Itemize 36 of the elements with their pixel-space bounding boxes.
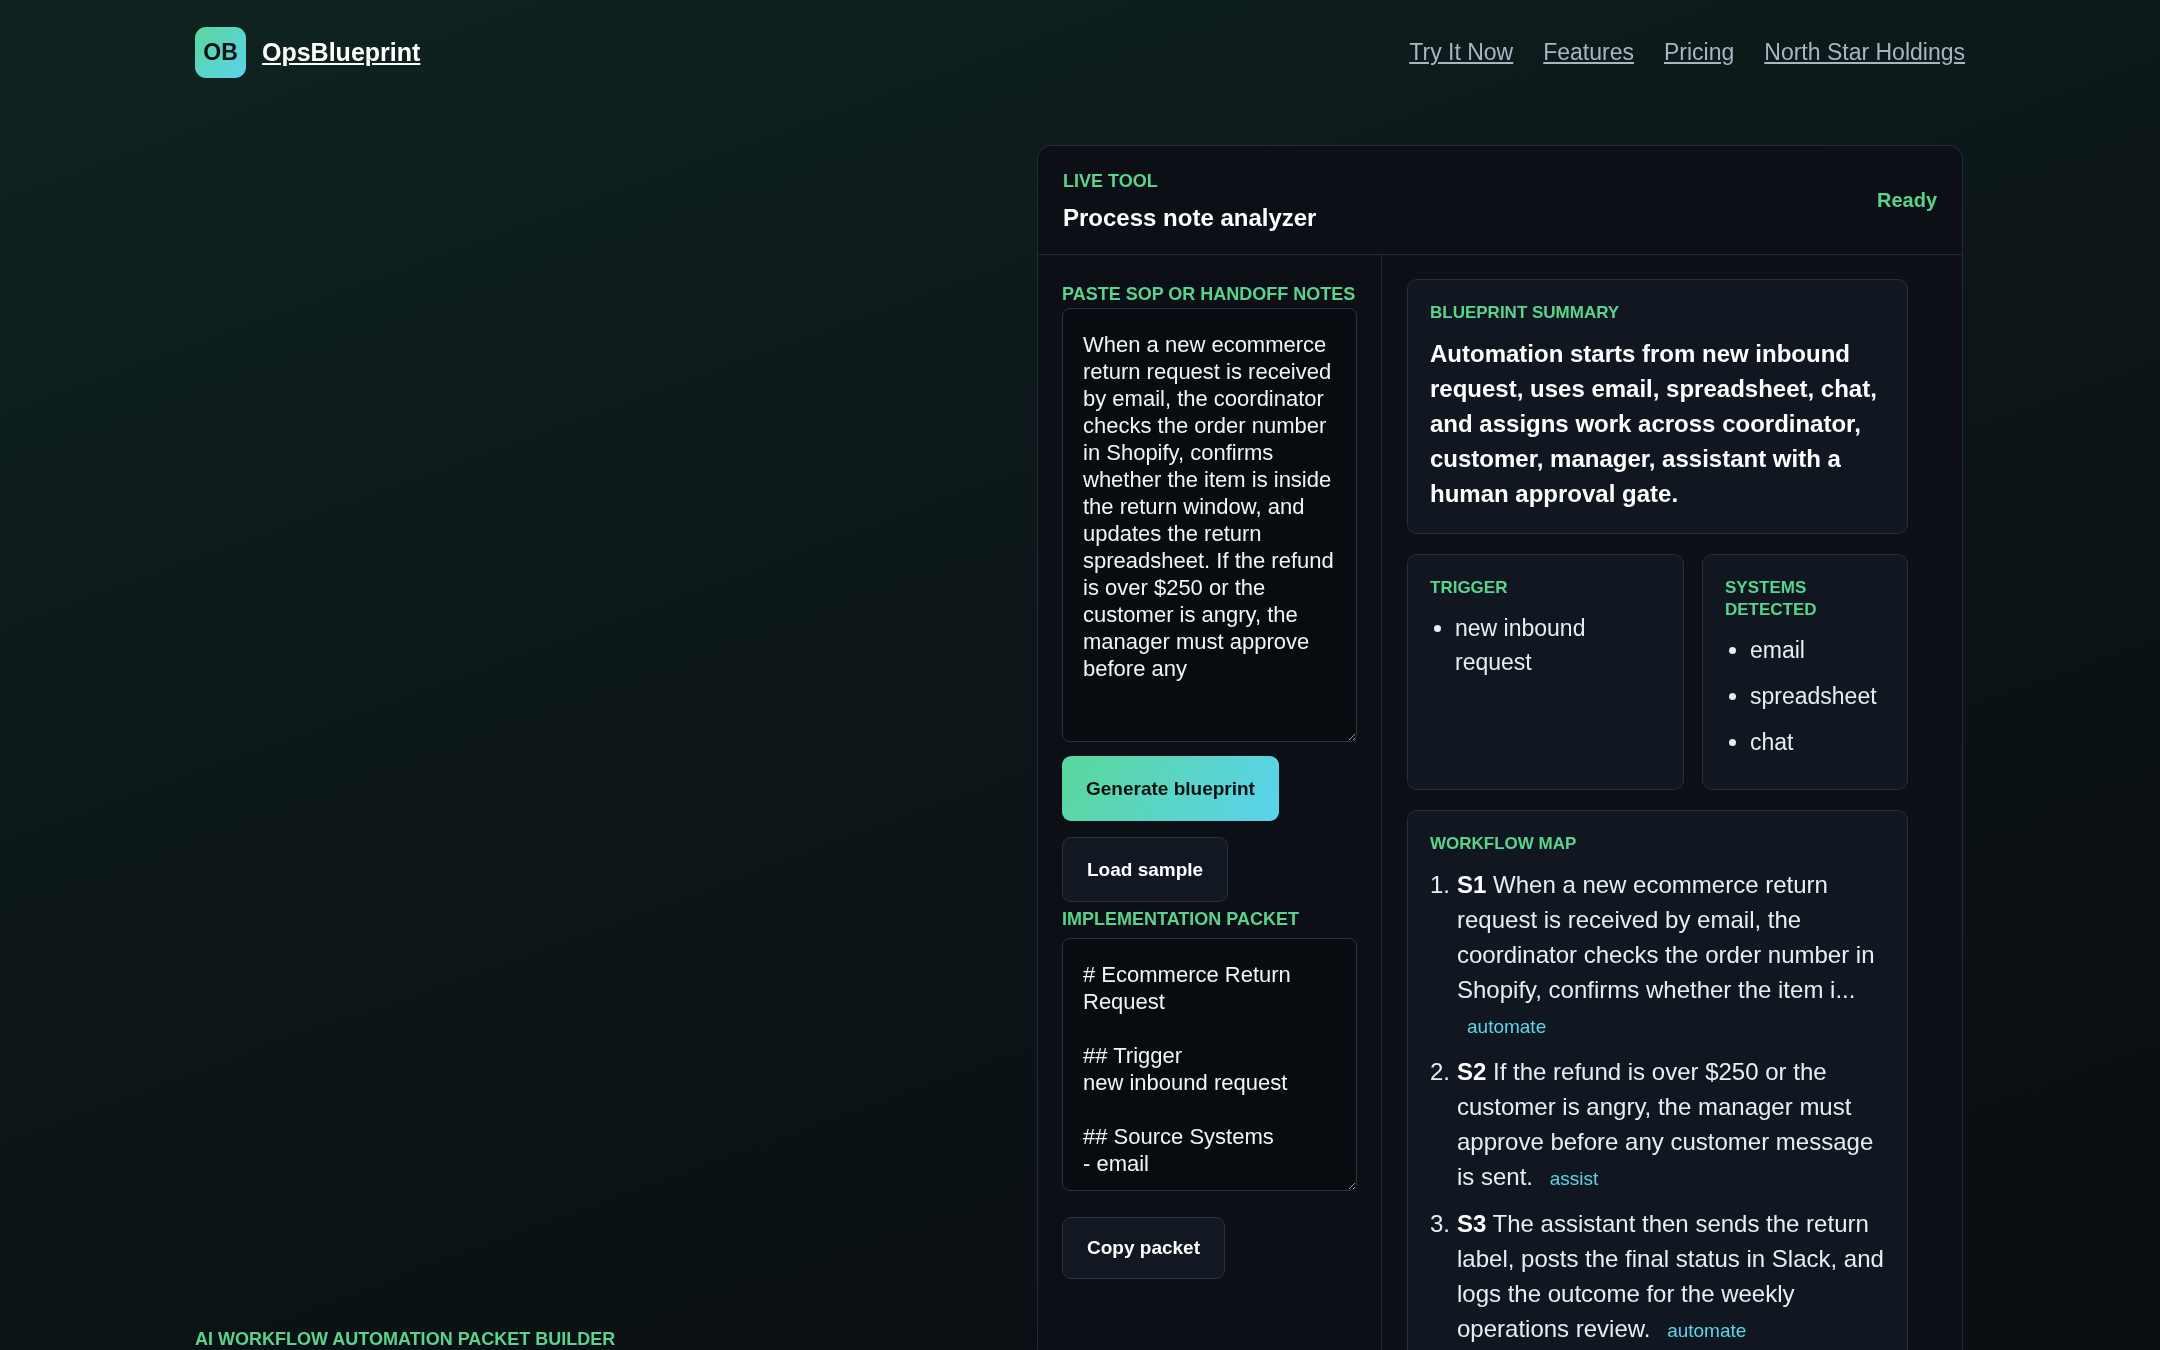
nav-link[interactable]: Try It Now: [1409, 38, 1514, 66]
packet-field[interactable]: # Ecommerce Return Request ## Trigger new inbound request ## Source Systems - email: [1062, 938, 1357, 1191]
field-label: IMPLEMENTATION PACKET: [1062, 908, 1300, 931]
step-text: S2 If the refund is over $250 or the customer is angry, the manager must approve before any customer message is sent. assist: [1457, 1057, 1875, 1192]
step-number: 3.: [1430, 1209, 1449, 1239]
bullet-icon: [1729, 647, 1736, 654]
card-label: WORKFLOW MAP: [1430, 833, 1578, 855]
list-item: email: [1750, 636, 1805, 665]
bullet-icon: [1729, 693, 1736, 700]
summary-text: Automation starts from new inbound request, uses email, spreadsheet, chat, and assigns work across coordinator, customer, manager, assistant with a human approval gate.: [1430, 339, 1878, 509]
card-label: SYSTEMS DETECTED: [1725, 577, 1818, 621]
nav-link[interactable]: North Star Holdings: [1764, 38, 1965, 66]
list-item: chat: [1750, 728, 1794, 757]
logo-mark: OB: [195, 26, 246, 78]
panel-title: Process note analyzer: [1063, 204, 1317, 232]
bullet-icon: [1729, 739, 1736, 746]
bullet-icon: [1434, 625, 1441, 632]
step-text: S3 The assistant then sends the return label, posts the final status in Slack, and logs the outcome for the weekly operations review. automate: [1457, 1209, 1885, 1344]
load-sample-button[interactable]: Load sample: [1062, 837, 1229, 902]
list-item: spreadsheet: [1750, 682, 1877, 711]
generate-button[interactable]: Generate blueprint: [1062, 756, 1279, 821]
field-label: PASTE SOP OR HANDOFF NOTES: [1062, 283, 1357, 306]
nav-link[interactable]: Features: [1543, 38, 1634, 66]
nav-link[interactable]: Pricing: [1664, 38, 1735, 66]
card-label: BLUEPRINT SUMMARY: [1430, 302, 1621, 324]
step-number: 2.: [1430, 1057, 1449, 1087]
notes-field[interactable]: When a new ecommerce return request is received by email, the coordinator checks the order number in Shopify, confirms whether the item is inside the return window, and updates the return spreadsheet. If the refund is over $250 or the customer is angry, the manager must approve before any: [1062, 308, 1357, 742]
list-item: new inbound request: [1455, 614, 1587, 677]
copy-button[interactable]: Copy packet: [1062, 1217, 1225, 1279]
step-number: 1.: [1430, 870, 1449, 900]
hero-eyebrow: AI WORKFLOW AUTOMATION PACKET BUILDER: [195, 1328, 617, 1350]
panel-eyebrow: LIVE TOOL: [1063, 170, 1159, 193]
step-text: S1 When a new ecommerce return request is received by email, the coordinator checks the order number in Shopify, confirms whether the item i... automate: [1457, 870, 1876, 1039]
card-label: TRIGGER: [1430, 577, 1509, 599]
brand-link[interactable]: OpsBlueprint: [262, 37, 421, 67]
status-label: Ready: [1876, 188, 1937, 212]
